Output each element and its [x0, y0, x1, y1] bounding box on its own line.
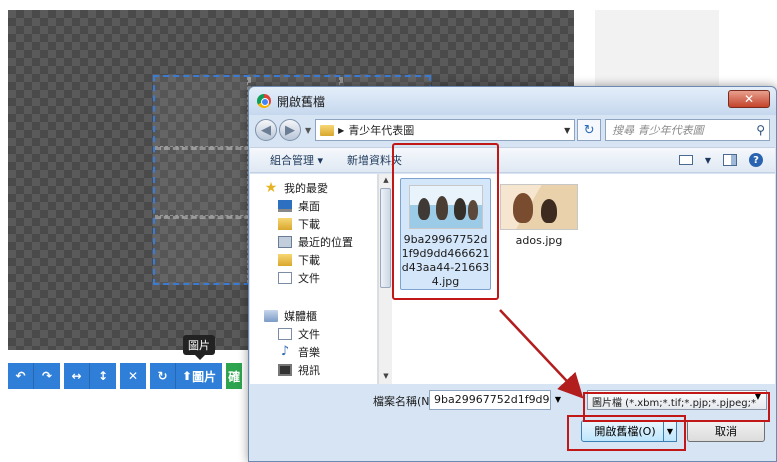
filename-dropdown-icon[interactable]: ▼ [551, 390, 565, 410]
change-view-icon[interactable] [678, 155, 693, 165]
nav-label: 文件 [298, 272, 320, 285]
desktop-icon [278, 200, 292, 212]
nav-label: 視訊 [298, 364, 320, 377]
scroll-up-icon[interactable]: ▲ [379, 174, 393, 186]
reset-button[interactable]: ↻ [150, 363, 176, 389]
organize-menu[interactable]: 組合管理 ▾ [270, 152, 323, 168]
search-input[interactable]: 搜尋 青少年代表圖 ⚲ [605, 119, 770, 141]
nav-lib-documents[interactable]: 文件 [278, 326, 320, 342]
search-icon[interactable]: ⚲ [756, 123, 765, 137]
upload-tooltip: 圖片 [183, 335, 215, 360]
nav-downloads[interactable]: 下載 [278, 216, 320, 232]
folder-icon [320, 124, 335, 136]
nav-label: 媒體櫃 [284, 310, 317, 323]
scroll-thumb[interactable] [380, 188, 391, 288]
thumbnail-figure [513, 193, 533, 223]
file-group: ↻ ⬆ 圖片 [150, 363, 223, 389]
forward-button[interactable]: ▶ [279, 119, 301, 141]
nav-lib-video[interactable]: 視訊 [278, 362, 320, 378]
clear-button[interactable]: ✕ [120, 363, 146, 389]
scroll-down-icon[interactable]: ▼ [379, 370, 393, 382]
filename-label: 檔案名稱(N): [373, 395, 438, 408]
library-icon [264, 310, 278, 322]
file-name: ados.jpg [515, 234, 563, 247]
confirm-group: 確 [226, 363, 243, 389]
editor-toolbar: ↶ ↷ ↔ ↕ ✕ ↻ ⬆ 圖片 確 [8, 363, 243, 389]
flip-group: ↔ ↕ [64, 363, 116, 389]
upload-icon: ⬆ [182, 369, 193, 383]
nav-label: 音樂 [298, 346, 320, 359]
rotate-right-button[interactable]: ↷ [34, 363, 60, 389]
back-button[interactable]: ◀ [255, 119, 277, 141]
nav-lib-music[interactable]: ♪ 音樂 [278, 344, 320, 360]
thumbnail-figure [541, 199, 557, 223]
nav-desktop[interactable]: 桌面 [278, 198, 320, 214]
nav-favorites[interactable]: ★ 我的最愛 [264, 180, 328, 196]
upload-label: 圖片 [192, 369, 217, 384]
nav-libraries[interactable]: 媒體櫃 [264, 308, 317, 324]
cancel-button[interactable]: 取消 [687, 420, 765, 442]
document-icon [278, 272, 292, 284]
confirm-button[interactable]: 確 [226, 363, 243, 389]
nav-label: 下載 [298, 218, 320, 231]
view-dropdown-icon[interactable]: ▼ [705, 156, 711, 165]
path-field[interactable]: ▶ 青少年代表圖 ▼ [315, 119, 576, 141]
music-icon: ♪ [280, 344, 290, 359]
history-dropdown-icon[interactable]: ▼ [305, 126, 311, 135]
document-icon [278, 328, 292, 340]
rotate-group: ↶ ↷ [8, 363, 60, 389]
path-dropdown-icon[interactable]: ▼ [560, 126, 574, 135]
nav-label: 下載 [298, 254, 320, 267]
star-icon: ★ [264, 180, 278, 196]
nav-recent[interactable]: 最近的位置 [278, 234, 353, 250]
forward-arrow-icon: ▶ [285, 122, 295, 138]
downloads-folder-icon [278, 218, 292, 230]
command-bar: 組合管理 ▾ 新增資料夾 ▼ ? [250, 147, 775, 173]
chrome-icon [257, 94, 271, 108]
nav-label: 我的最愛 [284, 182, 328, 195]
nav-scrollbar[interactable]: ▲ ▼ [378, 174, 392, 384]
filename-input[interactable]: 9ba29967752d1f9d9dd46 [429, 390, 551, 410]
dialog-titlebar: 開啟舊檔 ✕ [249, 87, 776, 115]
address-bar: ◀ ▶ ▼ ▶ 青少年代表圖 ▼ ↻ 搜尋 青少年代表圖 ⚲ [255, 117, 770, 143]
breadcrumb-separator-icon: ▶ [338, 125, 345, 135]
flip-horizontal-button[interactable]: ↔ [64, 363, 90, 389]
back-arrow-icon: ◀ [261, 122, 271, 138]
path-text: 青少年代表圖 [348, 124, 415, 137]
search-placeholder: 搜尋 青少年代表圖 [612, 124, 704, 137]
dialog-content: ★ 我的最愛 桌面 下載 最近的位置 下載 文件 媒體櫃 文件 ♪ 音樂 視訊 ▲ … [250, 174, 775, 384]
recent-places-icon [278, 236, 292, 248]
file-thumbnail [500, 184, 578, 230]
help-icon[interactable]: ? [749, 153, 763, 167]
refresh-button[interactable]: ↻ [577, 119, 602, 141]
nav-label: 桌面 [298, 200, 320, 213]
rotate-left-button[interactable]: ↶ [8, 363, 34, 389]
nav-label: 最近的位置 [298, 236, 353, 249]
nav-documents[interactable]: 文件 [278, 270, 320, 286]
downloads-folder-icon [278, 254, 292, 266]
nav-label: 文件 [298, 328, 320, 341]
nav-downloads-2[interactable]: 下載 [278, 252, 320, 268]
file-item[interactable]: ados.jpg [496, 184, 582, 254]
screen: 圖片 ↶ ↷ ↔ ↕ ✕ ↻ ⬆ 圖片 確 開啟舊檔 ✕ ◀ ▶ ▼ ▶ 青少年… [0, 0, 777, 462]
view-controls: ▼ ? [678, 153, 763, 167]
navigation-pane: ★ 我的最愛 桌面 下載 最近的位置 下載 文件 媒體櫃 文件 ♪ 音樂 視訊 [250, 174, 378, 384]
close-button[interactable]: ✕ [728, 90, 770, 108]
selected-file-highlight [392, 143, 499, 300]
flip-vertical-button[interactable]: ↕ [90, 363, 116, 389]
refresh-icon: ↻ [583, 122, 595, 138]
dialog-title: 開啟舊檔 [277, 94, 326, 109]
video-icon [278, 364, 292, 376]
clear-group: ✕ [120, 363, 146, 389]
open-button-highlight [567, 415, 686, 451]
preview-pane-icon[interactable] [723, 154, 737, 166]
upload-image-button[interactable]: ⬆ 圖片 [176, 363, 223, 389]
